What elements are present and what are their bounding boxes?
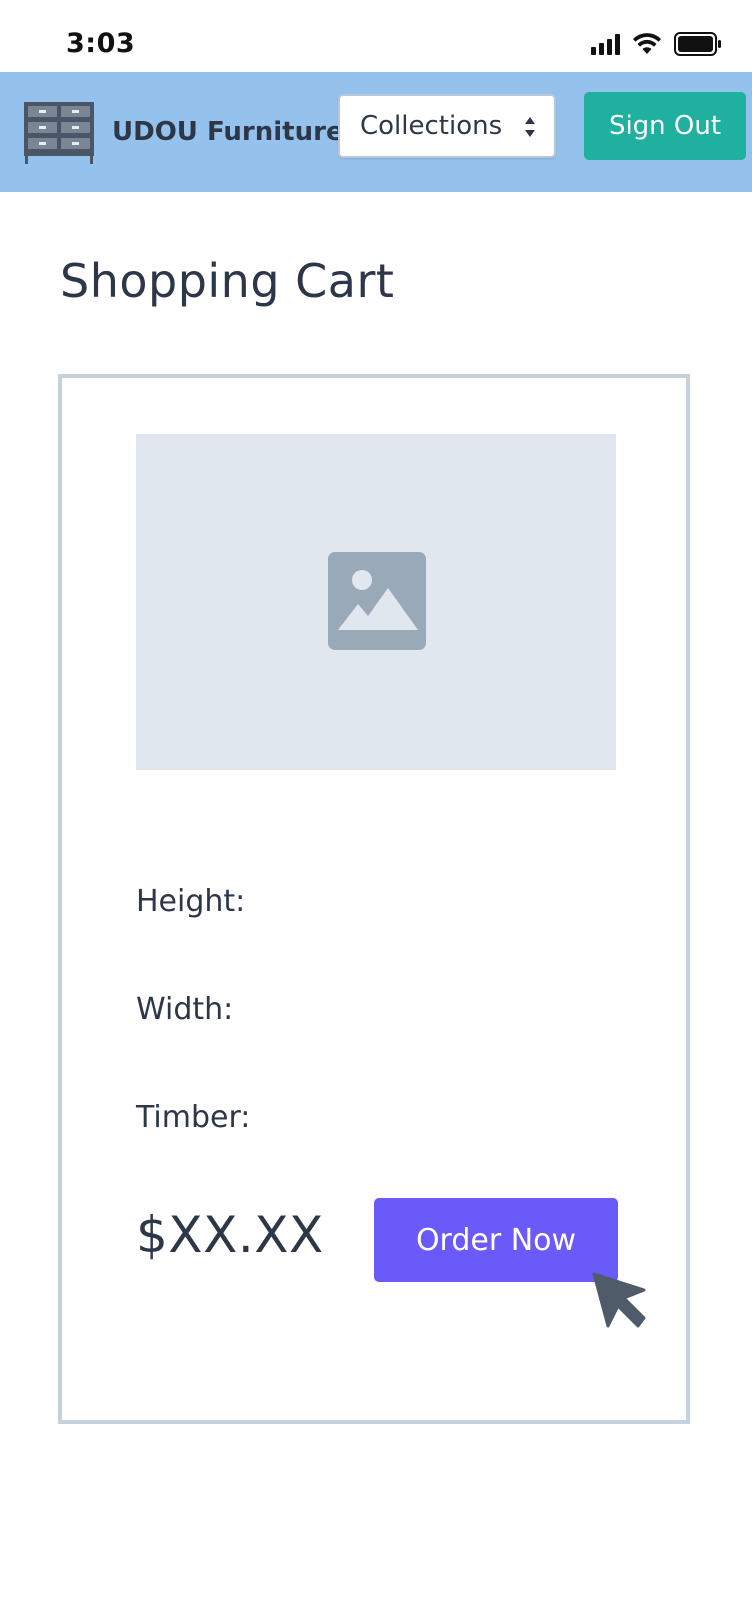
status-icons [591,32,722,56]
width-label: Width: [136,992,234,1027]
collections-select-label: Collections [360,111,503,141]
price: $XX.XX [136,1206,324,1264]
timber-label: Timber: [136,1100,251,1135]
page: 3:03 UDOU Furniture Collections Sign Out… [0,0,752,1624]
sign-out-label: Sign Out [608,111,722,141]
collections-select[interactable]: Collections [338,94,556,158]
status-bar: 3:03 [0,0,752,72]
order-now-label: Order Now [415,1222,577,1258]
cabinet-icon [24,102,94,164]
app-header: UDOU Furniture Collections Sign Out [0,72,752,192]
battery-icon [674,32,721,56]
brand-name: UDOU Furniture [112,117,344,147]
height-label: Height: [136,884,246,919]
product-image [136,434,616,770]
image-placeholder-icon [328,552,426,650]
mouse-cursor-icon [592,1272,646,1328]
order-now-button[interactable]: Order Now [374,1198,618,1282]
up-down-arrows-icon [525,117,535,137]
page-title: Shopping Cart [60,254,395,308]
cart-item-card: Height: Width: Timber: $XX.XX Order Now [58,374,690,1424]
status-time: 3:03 [66,28,136,59]
wifi-icon [633,33,661,54]
signal-icon [591,33,620,55]
sign-out-button[interactable]: Sign Out [584,92,746,160]
